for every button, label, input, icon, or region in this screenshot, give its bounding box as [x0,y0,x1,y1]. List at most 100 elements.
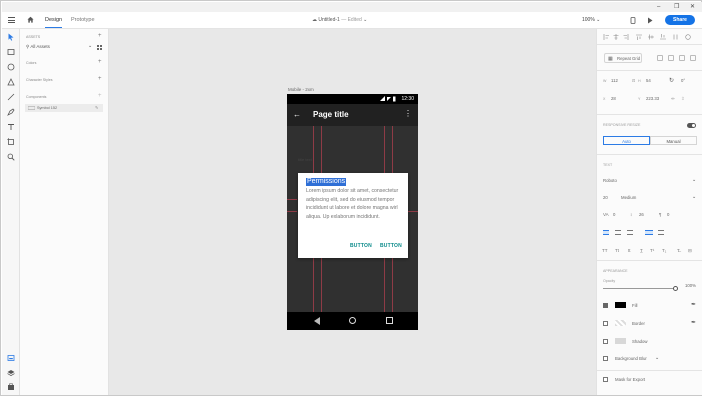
arrow-back-icon[interactable]: ← [293,110,301,119]
fill-checkbox[interactable] [603,303,608,308]
lock-icon[interactable]: ⊡ [632,78,635,83]
boolean-add-icon[interactable] [657,55,663,61]
home-icon[interactable] [27,16,34,23]
text-decoration-icons[interactable]: TT Tt tt T̲ T¹ T₁ T̶ ⊟ [602,247,697,253]
pen-tool-icon[interactable] [7,108,15,116]
close-window-button[interactable]: ✕ [690,3,695,11]
nav-recents-icon[interactable] [386,317,393,324]
font-weight-dropdown[interactable]: Medium [621,195,636,200]
border-checkbox[interactable] [603,321,608,326]
mask-for-export-checkbox[interactable] [603,377,608,382]
manual-resize-button[interactable]: Manual [650,136,697,145]
flip-horizontal-icon[interactable]: ⇹ [671,96,675,102]
mobile-artboard[interactable]: 12:30 ← Page title ⋮ title text Permissi… [287,94,418,330]
chevron-down-icon[interactable]: ⌄ [88,43,92,49]
character-spacing-field[interactable]: 0 [613,212,615,217]
add-character-style-icon[interactable]: + [98,76,102,82]
minimize-button[interactable]: – [657,3,660,11]
fill-swatch[interactable] [615,302,626,308]
artboard-tool-icon[interactable] [7,138,15,146]
text-tool-icon[interactable] [7,123,15,131]
chevron-down-icon[interactable]: ⌄ [692,177,696,183]
line-spacing-field[interactable]: 26 [639,212,644,217]
opacity-value[interactable]: 100% [685,283,696,288]
rotate-icon[interactable]: ↻ [669,77,674,84]
chevron-down-icon[interactable]: ⌄ [655,355,659,361]
border-swatch[interactable] [615,320,626,326]
dialog-button-1[interactable]: BUTTON [350,243,372,249]
dialog-button-2[interactable]: BUTTON [380,243,402,249]
share-button[interactable]: Share [665,15,695,25]
responsive-resize-toggle[interactable] [687,123,696,128]
edit-symbol-icon[interactable]: ✎ [95,105,98,110]
filter-icon: ⚲ [26,44,30,49]
add-asset-icon[interactable]: + [98,33,102,39]
shadow-swatch[interactable] [615,338,626,344]
document-title[interactable]: ☁ Untitled-1 — Edited ⌄ [312,17,367,23]
artboard-label[interactable]: Mobile - 2xm [288,87,314,92]
tab-prototype[interactable]: Prototype [71,17,95,23]
paragraph-spacing-field[interactable]: 0 [667,212,669,217]
plugins-panel-icon[interactable] [7,383,15,391]
device-preview-icon[interactable] [630,17,636,24]
auto-width-icon[interactable] [645,230,653,235]
eyedropper-icon[interactable]: ✒ [691,319,696,326]
opacity-slider-knob[interactable] [673,286,678,291]
hamburger-menu-icon[interactable] [8,17,15,23]
add-component-icon[interactable]: + [98,93,102,99]
property-inspector: ▦ Repeat Grid W 112 ⊡ H 54 ↻ 0° X 28 Y 2… [596,29,702,395]
shadow-checkbox[interactable] [603,339,608,344]
font-family-dropdown[interactable]: Roboto [603,178,617,183]
components-section-label: Components [26,95,47,99]
tab-design[interactable]: Design [45,17,63,28]
width-field[interactable]: 112 [611,78,618,83]
restore-button[interactable]: ❐ [674,3,679,11]
assets-panel-icon[interactable] [7,354,15,362]
opacity-slider-track[interactable] [603,288,675,289]
align-left-icon[interactable] [603,230,609,235]
layers-panel-icon[interactable] [7,369,15,377]
add-color-icon[interactable]: + [98,59,102,65]
background-blur-checkbox[interactable] [603,356,608,361]
permissions-dialog[interactable]: Permissions Lorem ipsum dolor sit amet, … [298,173,408,258]
grid-view-icon[interactable] [97,45,102,50]
font-size-field[interactable]: 20 [603,195,608,200]
line-tool-icon[interactable] [7,93,15,101]
layout-guide [408,211,418,212]
align-center-icon[interactable] [615,230,621,235]
symbol-list-item[interactable]: Symbol 152 ✎ [25,104,103,112]
eyedropper-icon[interactable]: ✒ [691,301,696,308]
more-vert-icon[interactable]: ⋮ [404,109,412,118]
align-right-icon[interactable] [627,230,633,235]
asset-filter-dropdown[interactable]: ⚲ All Assets [26,44,50,50]
x-field[interactable]: 28 [611,96,616,101]
auto-resize-button[interactable]: Auto [603,136,650,145]
flip-vertical-icon[interactable]: ⇳ [681,96,685,102]
play-icon[interactable] [647,17,653,24]
auto-height-icon[interactable] [658,230,664,235]
polygon-tool-icon[interactable] [7,78,15,86]
select-tool-icon[interactable] [7,33,15,41]
boolean-subtract-icon[interactable] [668,55,674,61]
nav-home-icon[interactable] [349,317,356,324]
navigation-bar [287,312,418,330]
rectangle-tool-icon[interactable] [7,48,15,56]
ellipse-tool-icon[interactable] [7,63,15,71]
app-bar: ← Page title ⋮ [287,104,418,126]
boolean-exclude-icon[interactable] [690,55,696,61]
zoom-tool-icon[interactable] [7,153,15,161]
chevron-down-icon[interactable]: ⌄ [692,194,696,200]
zoom-level[interactable]: 100% ⌄ [582,17,600,23]
rotation-field[interactable]: 0° [681,78,685,83]
align-tools-icons[interactable] [603,34,693,40]
nav-back-icon[interactable] [314,317,320,325]
title-bar: – ❐ ✕ [2,2,702,12]
height-field[interactable]: 54 [646,78,651,83]
y-field[interactable]: 223.33 [646,96,659,101]
assets-heading: ASSETS [26,35,41,39]
dialog-title[interactable]: Permissions [306,178,347,186]
boolean-intersect-icon[interactable] [679,55,685,61]
background-blur-dropdown[interactable]: Background Blur [615,356,647,361]
app-header: Design Prototype ☁ Untitled-1 — Edited ⌄… [2,12,702,29]
repeat-grid-button[interactable]: ▦ Repeat Grid [604,53,642,63]
